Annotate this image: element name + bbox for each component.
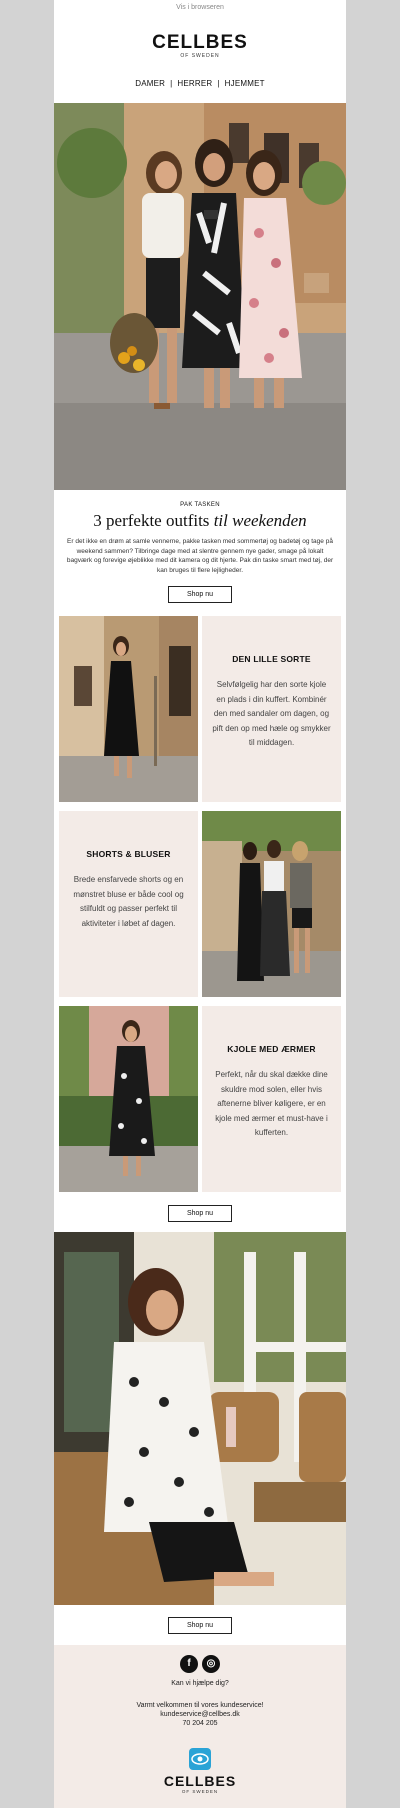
intro-section: PAK TASKEN 3 perfekte outfits til weeken… <box>54 490 346 603</box>
nav-separator: | <box>217 79 220 88</box>
outfit-description: Brede ensfarvede shorts og en mønstret b… <box>73 875 184 928</box>
footer-logo[interactable]: CELLBES OF SWEDEN <box>54 1773 346 1794</box>
footer: f ◎ Kan vi hjælpe dig? Varmt velkommen t… <box>54 1645 346 1808</box>
headline-plain: 3 perfekte outfits <box>93 511 210 530</box>
nav-item-hjemmet[interactable]: HJEMMET <box>225 79 265 88</box>
email-container: Vis i browseren CELLBES OF SWEDEN DAMER |… <box>54 0 346 1808</box>
outfit-panel-sleeve-dress: KJOLE MED ÆRMER Perfekt, når du skal dæk… <box>202 1006 341 1192</box>
hero-image[interactable] <box>54 103 346 490</box>
intro-headline: 3 perfekte outfits til weekenden <box>54 511 346 531</box>
lace-blouse-image[interactable] <box>54 1232 346 1605</box>
outfit-image-sleeve-dress[interactable] <box>59 1006 198 1192</box>
outfit-panel-little-black: DEN LILLE SORTE Selvfølgelig har den sor… <box>202 616 341 802</box>
outfit-title: DEN LILLE SORTE <box>232 654 311 664</box>
brand-logo[interactable]: CELLBES OF SWEDEN <box>54 33 346 60</box>
outfit-title: SHORTS & BLUSER <box>86 849 171 859</box>
nav-item-damer[interactable]: DAMER <box>135 79 165 88</box>
instagram-icon[interactable]: ◎ <box>202 1655 220 1673</box>
photo-three-women-street <box>202 811 341 997</box>
nav-item-herrer[interactable]: HERRER <box>177 79 212 88</box>
outfit-image-black-dress[interactable] <box>59 616 198 802</box>
eye-logo-icon <box>189 1748 211 1770</box>
shop-button-row: Shop nu <box>54 1202 346 1222</box>
photo-woman-lace-blouse <box>54 1232 346 1605</box>
intro-eyebrow: PAK TASKEN <box>180 502 220 508</box>
help-heading: Kan vi hjælpe dig? <box>171 1680 229 1687</box>
outfit-panel-shorts-blouses: SHORTS & BLUSER Brede ensfarvede shorts … <box>59 811 198 997</box>
contact-block: Varmt velkommen til vores kundeservice! … <box>54 1701 346 1728</box>
logo-subtitle: OF SWEDEN <box>180 53 220 59</box>
intro-body: Er det ikke en drøm at samle vennerne, p… <box>66 538 334 574</box>
welcome-text: Varmt velkommen til vores kundeservice! <box>136 1702 264 1709</box>
photo-woman-sleeved-dress <box>59 1006 198 1192</box>
social-links: f ◎ <box>54 1655 346 1673</box>
shop-now-button-second[interactable]: Shop nu <box>168 1617 232 1634</box>
footer-logo-name: CELLBES <box>163 1773 237 1789</box>
phone-number[interactable]: 70 204 205 <box>54 1719 346 1728</box>
email-link[interactable]: kundeservice@cellbes.dk <box>54 1710 346 1719</box>
hero-photo-three-women <box>54 103 346 490</box>
photo-woman-black-dress <box>59 616 198 802</box>
outfit-description: Perfekt, når du skal dække dine skuldre … <box>215 1070 328 1137</box>
shop-button-row-2: Shop nu <box>54 1614 346 1634</box>
view-in-browser-link[interactable]: Vis i browseren <box>54 0 346 16</box>
facebook-icon[interactable]: f <box>180 1655 198 1673</box>
shop-now-button-outfits[interactable]: Shop nu <box>168 1205 232 1222</box>
outfit-title: KJOLE MED ÆRMER <box>227 1044 316 1054</box>
outfit-image-three-women[interactable] <box>202 811 341 997</box>
main-nav: DAMER | HERRER | HJEMMET <box>54 79 346 88</box>
footer-logo-subtitle: OF SWEDEN <box>181 1789 219 1794</box>
outfit-description: Selvfølgelig har den sorte kjole en plad… <box>212 680 331 747</box>
shop-now-button-intro[interactable]: Shop nu <box>168 586 232 603</box>
logo-name: CELLBES <box>152 32 248 53</box>
nav-separator: | <box>170 79 173 88</box>
headline-italic: til weekenden <box>213 511 307 530</box>
